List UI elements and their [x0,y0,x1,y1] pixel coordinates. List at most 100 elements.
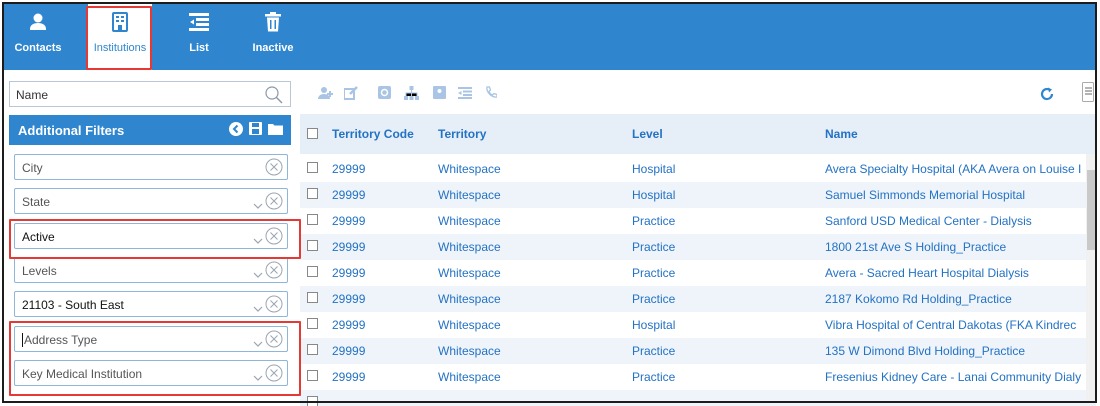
nav-inactive-button[interactable]: Inactive [244,4,302,70]
territory-cell: Whitespace [438,292,501,306]
status-filter-select[interactable]: Active [14,223,288,249]
clear-icon[interactable] [265,330,283,353]
list-icon[interactable] [458,86,472,104]
level-cell: Practice [632,266,676,280]
name-cell[interactable]: 2187 Kokomo Rd Holding_Practice [825,292,1087,306]
vertical-scrollbar[interactable] [1086,154,1096,403]
territory-code-cell: 29999 [332,344,366,358]
clear-icon[interactable] [265,261,283,284]
edit-icon[interactable] [343,86,358,105]
address-type-filter-placeholder: Address Type [22,333,98,347]
chevron-down-icon[interactable] [253,369,263,387]
search-icon[interactable] [264,85,284,110]
address-type-filter-select[interactable]: Address Type [14,326,288,352]
row-checkbox[interactable] [307,240,318,251]
add-contact-icon[interactable] [318,86,334,105]
nav-contacts-button[interactable]: Contacts [10,4,66,70]
clear-icon[interactable] [265,364,283,387]
levels-filter-placeholder: Levels [22,264,57,278]
territory-cell: Whitespace [438,188,501,202]
territory-code-cell: 29999 [332,292,366,306]
state-filter-placeholder: State [22,195,51,209]
row-checkbox[interactable] [307,162,318,173]
column-header-level[interactable]: Level [632,127,663,141]
contact-card-icon[interactable] [433,86,446,104]
nav-institutions-button[interactable]: Institutions [88,4,152,70]
table-row[interactable]: 29999 Whitespace Hospital Samuel Simmond… [300,182,1096,208]
scrollbar-thumb[interactable] [1087,170,1095,250]
row-checkbox[interactable] [307,292,318,303]
territory-code-cell: 29999 [332,214,366,228]
clear-icon[interactable] [265,192,283,215]
column-menu-icon[interactable] [1082,82,1094,107]
name-cell[interactable]: 1800 21st Ave S Holding_Practice [825,240,1087,254]
column-header-territory-code[interactable]: Territory Code [332,127,414,141]
column-header-territory[interactable]: Territory [438,127,486,141]
refresh-record-icon[interactable] [378,86,391,104]
app-window: Contacts Institutions List Inactive Name [0,0,1100,406]
nav-list-button[interactable]: List [176,4,222,70]
table-row[interactable]: 29999 Whitespace Practice 2187 Kokomo Rd… [300,286,1096,312]
nav-list-label: List [189,42,209,54]
level-cell: Hospital [632,318,676,332]
row-checkbox[interactable] [307,318,318,329]
folder-icon[interactable] [268,122,283,141]
clear-icon[interactable] [265,227,283,250]
territory-filter-select[interactable]: 21103 - South East [14,291,288,317]
table-row[interactable]: 29999 Whitespace Practice Fresenius Kidn… [300,364,1096,390]
table-row[interactable]: 29999 Whitespace Practice Sanford USD Me… [300,208,1096,234]
territory-code-cell: 29999 [332,318,366,332]
key-medical-filter-select[interactable]: Key Medical Institution [14,360,288,386]
table-row[interactable]: 29999 Whitespace Hospital Avera Specialt… [300,156,1096,182]
key-medical-filter-placeholder: Key Medical Institution [22,367,143,381]
list-icon [189,12,209,32]
level-cell: Practice [632,240,676,254]
chevron-down-icon[interactable] [253,197,263,215]
chevron-down-icon[interactable] [253,232,263,250]
results-panel: Territory Code Territory Level Name 2999… [300,70,1096,406]
territory-cell: Whitespace [438,214,501,228]
name-cell[interactable]: 135 W Dimond Blvd Holding_Practice [825,344,1087,358]
chevron-down-icon[interactable] [253,300,263,318]
level-cell: Practice [632,292,676,306]
save-icon[interactable] [249,122,262,141]
row-checkbox[interactable] [307,396,318,406]
name-cell[interactable]: Avera - Sacred Heart Hospital Dialysis [825,266,1087,280]
reload-icon[interactable] [1040,87,1054,106]
table-row[interactable]: 29999 Whitespace Practice 1800 21st Ave … [300,234,1096,260]
select-all-checkbox[interactable] [307,128,318,139]
name-cell[interactable]: Vibra Hospital of Central Dakotas (FKA K… [825,318,1087,332]
chevron-down-icon[interactable] [253,335,263,353]
clear-icon[interactable] [265,158,283,181]
name-cell[interactable]: Avera Specialty Hospital (AKA Avera on L… [825,162,1087,176]
clear-icon[interactable] [265,295,283,318]
name-search-input[interactable]: Name [9,81,291,107]
table-row[interactable]: 29999 Whitespace Practice Avera - Sacred… [300,260,1096,286]
row-checkbox[interactable] [307,214,318,225]
table-row[interactable]: 29999 Whitespace Hospital Vibra Hospital… [300,312,1096,338]
state-filter-select[interactable]: State [14,188,288,214]
phone-icon[interactable] [485,86,498,104]
territory-filter-value: 21103 - South East [22,298,124,312]
table-row-partial[interactable] [300,390,1096,406]
column-header-name[interactable]: Name [825,127,858,141]
levels-filter-select[interactable]: Levels [14,257,288,283]
name-cell[interactable]: Fresenius Kidney Care - Lanai Community … [825,370,1087,384]
name-cell[interactable]: Samuel Simmonds Memorial Hospital [825,188,1087,202]
row-checkbox[interactable] [307,370,318,381]
territory-code-cell: 29999 [332,162,366,176]
level-cell: Hospital [632,162,676,176]
chevron-down-icon[interactable] [253,266,263,284]
name-cell[interactable]: Sanford USD Medical Center - Dialysis [825,214,1087,228]
city-filter-input[interactable]: City [14,154,288,180]
hierarchy-icon[interactable] [404,86,419,105]
territory-cell: Whitespace [438,344,501,358]
row-checkbox[interactable] [307,188,318,199]
nav-institutions-label: Institutions [93,42,147,54]
row-checkbox[interactable] [307,344,318,355]
grid-header: Territory Code Territory Level Name [300,114,1096,154]
back-icon[interactable] [229,122,243,141]
territory-cell: Whitespace [438,318,501,332]
row-checkbox[interactable] [307,266,318,277]
table-row[interactable]: 29999 Whitespace Practice 135 W Dimond B… [300,338,1096,364]
